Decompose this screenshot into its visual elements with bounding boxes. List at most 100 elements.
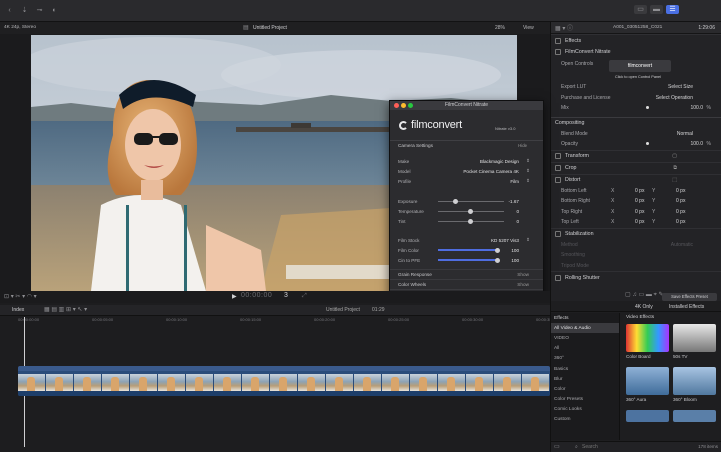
y-value[interactable]: 0 px <box>676 219 685 225</box>
crop-checkbox[interactable] <box>555 165 561 171</box>
distort-section[interactable]: Distort ⬚ <box>551 173 721 186</box>
blend-mode-row[interactable]: Blend Mode Normal <box>551 129 721 140</box>
export-lut-row[interactable]: Export LUT Select Size <box>551 82 721 93</box>
filter-4k-only[interactable]: 4K Only <box>635 304 653 310</box>
minimize-button[interactable] <box>401 103 406 108</box>
tint-knob[interactable] <box>468 218 473 224</box>
purchase-row[interactable]: Purchase and License Select Operation <box>551 93 721 104</box>
index-button[interactable]: Index <box>12 307 24 313</box>
crop-onscreen-icon[interactable]: ⧉ <box>673 165 677 171</box>
cin-to-pfe-slider[interactable] <box>438 259 498 261</box>
cin-to-pfe-knob[interactable] <box>495 258 500 263</box>
360-aura-thumb[interactable] <box>626 367 669 395</box>
x-value[interactable]: 0 px <box>635 219 644 225</box>
grain-response-show[interactable]: Show <box>517 272 529 277</box>
camera-settings-header[interactable]: Camera Settings Hide <box>390 140 543 150</box>
effects-search-input[interactable] <box>582 443 672 451</box>
model-value[interactable]: Pocket Cinema Camera 4K <box>463 169 519 174</box>
browser-icons[interactable]: ▢ ♫ ▭ ▬ ⌖ ✎ <box>625 291 664 299</box>
stabilization-checkbox[interactable] <box>555 231 561 237</box>
temperature-row[interactable]: Temperature 0 <box>390 206 543 216</box>
model-dropdown-icon[interactable]: ⇕ <box>526 168 530 174</box>
profile-row[interactable]: Profile Film ⇕ <box>390 176 543 186</box>
tint-slider[interactable] <box>438 218 504 224</box>
compositing-section[interactable]: Compositing <box>551 116 721 129</box>
stabilization-section[interactable]: Stabilization <box>551 227 721 240</box>
category-item[interactable]: 360° <box>551 354 619 364</box>
inspector-toggle-icon[interactable]: ☰ <box>666 5 679 14</box>
x-value[interactable]: 0 px <box>635 188 644 194</box>
distort-checkbox[interactable] <box>555 177 561 183</box>
zoom-button[interactable] <box>408 103 413 108</box>
category-item[interactable]: Color Presets <box>551 395 619 405</box>
filmconvert-checkbox[interactable] <box>555 49 561 55</box>
sidebar-toggle-icon[interactable]: ▭ <box>554 443 560 450</box>
color-board-thumb[interactable] <box>626 324 669 352</box>
purchase-value[interactable]: Select Operation <box>656 95 693 101</box>
distort-row[interactable]: Top Left X 0 px Y 0 px <box>551 217 721 228</box>
film-color-row[interactable]: Film Color 100 <box>390 245 543 255</box>
film-stock-row[interactable]: Film Stock KD 5207 Vis3 ⇕ <box>390 235 543 245</box>
effects-section[interactable]: Effects <box>551 34 721 46</box>
mix-value[interactable]: 100.0 <box>690 105 703 111</box>
category-item[interactable]: Basics <box>551 364 619 374</box>
installed-effects-filter[interactable]: Installed Effects <box>669 304 704 310</box>
camera-settings-hide[interactable]: Hide <box>518 143 527 148</box>
category-item[interactable]: Comic Looks <box>551 405 619 415</box>
temperature-value[interactable]: 0 <box>516 209 519 214</box>
exposure-knob[interactable] <box>453 198 458 204</box>
play-icon[interactable]: ▶ <box>232 293 237 300</box>
y-value[interactable]: 0 px <box>676 209 685 215</box>
category-item[interactable]: All <box>551 344 619 354</box>
keyword-icon[interactable]: ⊸ <box>34 6 45 15</box>
tint-row[interactable]: Tint 0 <box>390 216 543 226</box>
category-item[interactable]: VIDEO <box>551 333 619 343</box>
mix-row[interactable]: Mix 100.0 % <box>551 103 721 114</box>
mix-slider-knob[interactable] <box>646 106 649 109</box>
distort-row[interactable]: Bottom Right X 0 px Y 0 px <box>551 196 721 207</box>
film-color-knob[interactable] <box>495 248 500 253</box>
video-inspector-icon[interactable]: ▦ ▾ ⓘ <box>555 23 573 32</box>
viewer-options-icon[interactable]: ⊡ ▾ ✂ ▾ ◠ ▾ <box>4 293 37 300</box>
transform-onscreen-icon[interactable]: ▢ <box>672 153 677 159</box>
cin-to-pfe-value[interactable]: 100 <box>511 258 519 263</box>
filmconvert-titlebar[interactable]: FilmConvert Nitrate <box>390 101 543 110</box>
export-lut-value[interactable]: Select Size <box>668 84 693 90</box>
opacity-row[interactable]: Opacity 100.0 % <box>551 139 721 150</box>
fullscreen-icon[interactable]: ⤢ <box>302 293 307 300</box>
category-item[interactable]: All Video & Audio <box>551 323 619 334</box>
cin-to-pfe-row[interactable]: Cin to PFE 100 <box>390 255 543 265</box>
zoom-level[interactable]: 28% <box>495 25 505 31</box>
rolling-shutter-section[interactable]: Rolling Shutter <box>551 271 721 283</box>
close-button[interactable] <box>394 103 399 108</box>
color-wheels-section[interactable]: Color Wheels Show <box>390 279 543 289</box>
temperature-knob[interactable] <box>468 208 473 214</box>
transform-checkbox[interactable] <box>555 153 561 159</box>
make-dropdown-icon[interactable]: ⇕ <box>526 158 530 164</box>
x-value[interactable]: 0 px <box>635 198 644 204</box>
rolling-shutter-checkbox[interactable] <box>555 274 561 281</box>
film-color-slider[interactable] <box>438 249 498 251</box>
tint-value[interactable]: 0 <box>516 219 519 224</box>
distort-row[interactable]: Bottom Left X 0 px Y 0 px <box>551 186 721 197</box>
category-item[interactable]: Color <box>551 384 619 394</box>
save-effects-preset-button[interactable]: Save Effects Preset <box>662 293 717 301</box>
50s-tv-thumb[interactable] <box>673 324 716 352</box>
timecode-display[interactable]: 00:00:00 <box>241 292 272 299</box>
model-row[interactable]: Model Pocket Cinema Camera 4K ⇕ <box>390 166 543 176</box>
x-value[interactable]: 0 px <box>635 209 644 215</box>
film-color-value[interactable]: 100 <box>511 248 519 253</box>
category-item[interactable]: Custom <box>551 415 619 425</box>
distort-onscreen-icon[interactable]: ⬚ <box>672 177 677 183</box>
film-stock-value[interactable]: KD 5207 Vis3 <box>491 238 519 243</box>
video-clip[interactable]: A001_03051258_C021 <box>18 366 550 396</box>
opacity-value[interactable]: 100.0 <box>690 141 703 147</box>
opacity-slider-knob[interactable] <box>646 142 649 145</box>
crop-section[interactable]: Crop ⧉ <box>551 161 721 174</box>
exposure-row[interactable]: Exposure -1.67 <box>390 196 543 206</box>
temperature-slider[interactable] <box>438 208 504 214</box>
y-value[interactable]: 0 px <box>676 198 685 204</box>
exposure-slider[interactable] <box>438 198 504 204</box>
profile-value[interactable]: Film <box>510 179 519 184</box>
make-row[interactable]: Make Blackmagic Design ⇕ <box>390 156 543 166</box>
